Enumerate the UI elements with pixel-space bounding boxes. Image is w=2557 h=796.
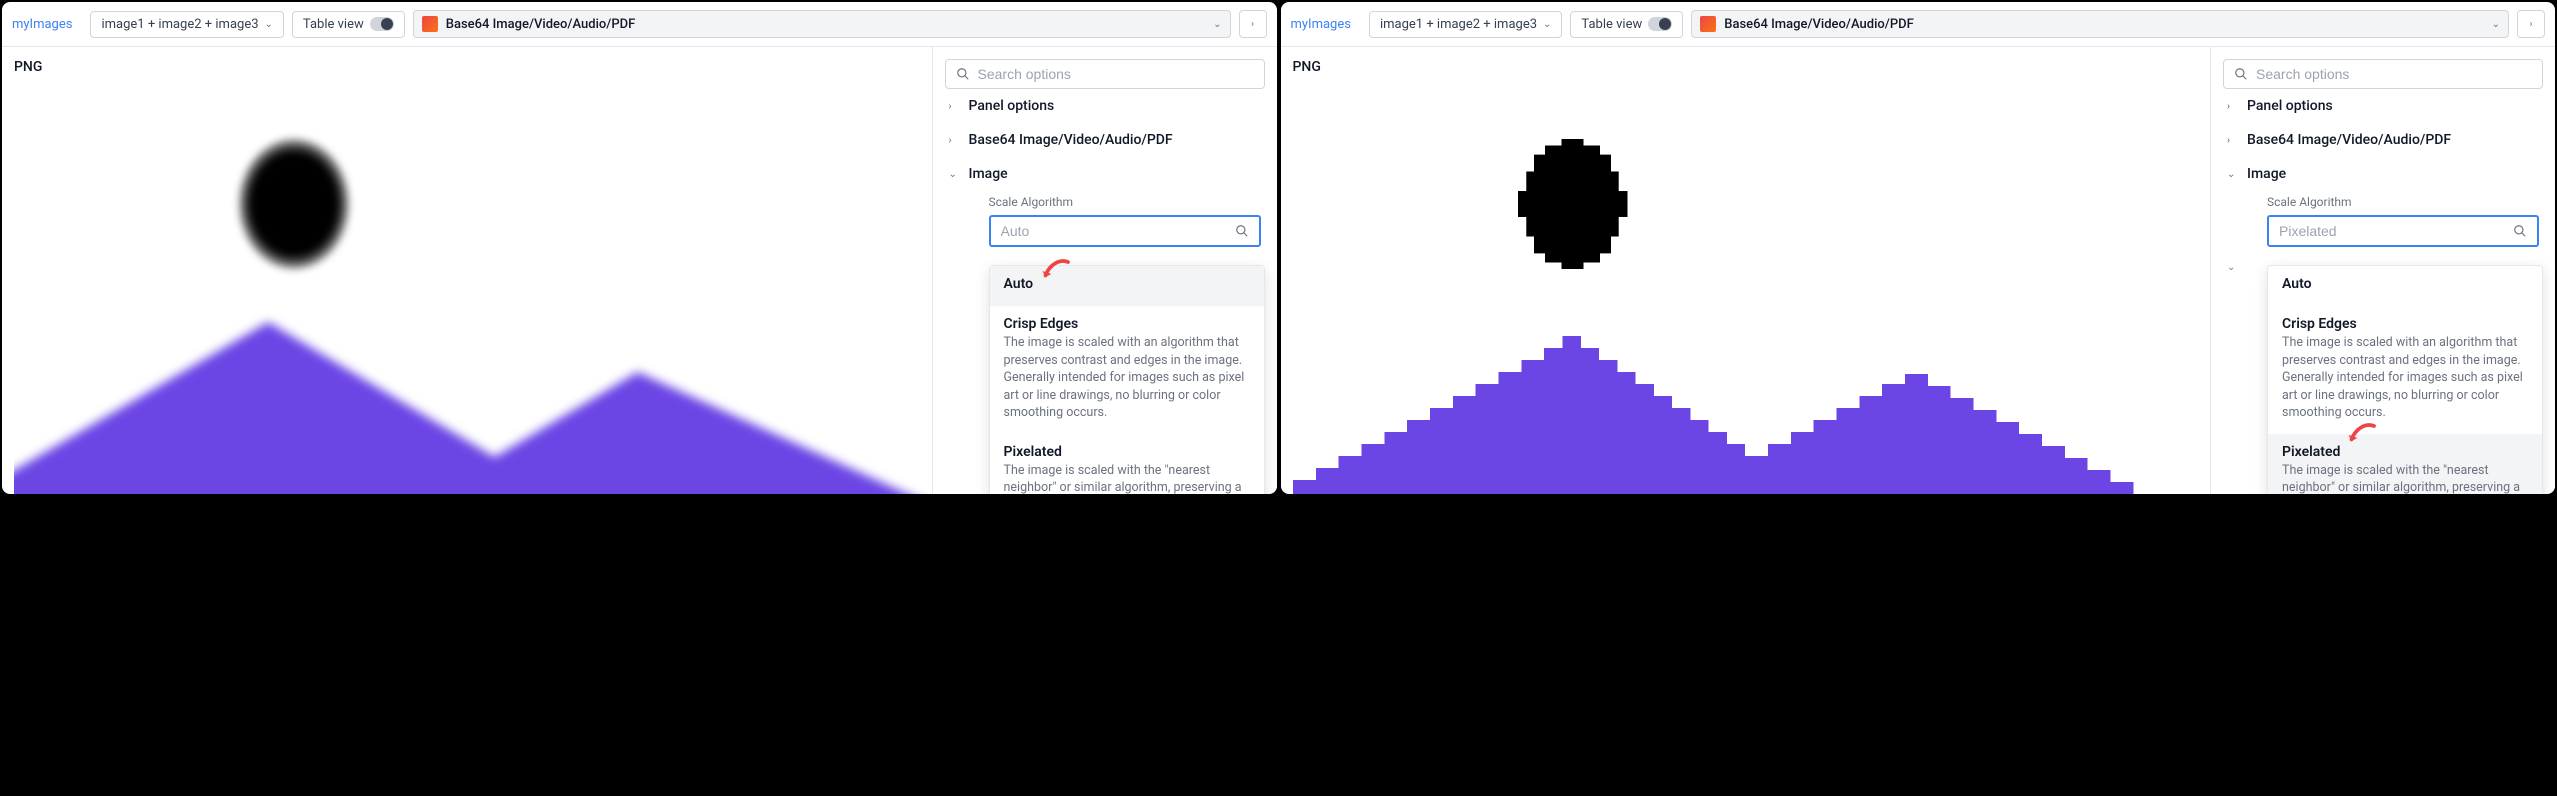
chevron-right-icon: › — [1251, 19, 1254, 30]
chevron-down-icon: ⌄ — [2492, 19, 2500, 30]
search-icon — [2234, 67, 2248, 81]
chevron-right-icon: › — [2227, 135, 2237, 146]
view-toggle-label: Table view — [1581, 17, 1642, 32]
plugin-selector[interactable]: Base64 Image/Video/Audio/PDF ⌄ — [413, 10, 1231, 38]
view-toggle[interactable]: Table view — [292, 11, 405, 38]
options-sidebar: › Panel options › Base64 Image/Video/Aud… — [2210, 47, 2555, 494]
section-label: Base64 Image/Video/Audio/PDF — [2247, 132, 2451, 148]
section-label: Image — [969, 166, 1008, 182]
dropdown-option-crisp-edges[interactable]: Crisp Edges The image is scaled with an … — [2268, 306, 2542, 434]
option-title: Crisp Edges — [2282, 316, 2528, 332]
scale-algorithm-select[interactable] — [989, 215, 1261, 247]
dataset-selector[interactable]: image1 + image2 + image3 ⌄ — [90, 11, 283, 38]
section-label: Panel options — [969, 98, 1055, 114]
section-image[interactable]: ⌄ Image — [2223, 157, 2543, 191]
toggle-icon — [370, 17, 394, 31]
dataset-label: image1 + image2 + image3 — [101, 17, 258, 32]
plugin-selector[interactable]: Base64 Image/Video/Audio/PDF ⌄ — [1691, 10, 2509, 38]
section-label: Image — [2247, 166, 2286, 182]
breadcrumb[interactable]: myImages — [1291, 12, 1361, 37]
panel-auto: myImages image1 + image2 + image3 ⌄ Tabl… — [2, 2, 1277, 494]
visualization-pane: PNG — [1281, 47, 2211, 494]
mountains-shape — [14, 282, 928, 494]
scale-algorithm-select[interactable] — [2267, 215, 2539, 247]
dropdown-option-pixelated[interactable]: Pixelated The image is scaled with the "… — [990, 434, 1264, 495]
search-field[interactable] — [978, 66, 1254, 82]
option-title: Crisp Edges — [1004, 316, 1250, 332]
section-label: Base64 Image/Video/Audio/PDF — [969, 132, 1173, 148]
option-title: Pixelated — [1004, 444, 1250, 460]
plugin-label: Base64 Image/Video/Audio/PDF — [446, 17, 1205, 32]
annotation-arrow-icon — [1038, 256, 1074, 292]
collapse-button[interactable]: › — [2517, 10, 2545, 38]
chevron-right-icon: › — [949, 101, 959, 112]
view-toggle[interactable]: Table view — [1570, 11, 1683, 38]
search-options-input[interactable] — [2223, 59, 2543, 89]
dataset-selector[interactable]: image1 + image2 + image3 ⌄ — [1369, 11, 1562, 38]
sun-shape — [239, 139, 349, 269]
toggle-icon — [1648, 17, 1672, 31]
sun-shape — [1518, 139, 1628, 269]
chevron-down-icon: ⌄ — [265, 19, 273, 30]
scale-algorithm-dropdown: Auto Crisp Edges The image is scaled wit… — [989, 265, 1265, 494]
breadcrumb[interactable]: myImages — [12, 12, 82, 37]
option-title: Auto — [2282, 276, 2528, 292]
chevron-right-icon: › — [2227, 101, 2237, 112]
dropdown-option-auto[interactable]: Auto — [990, 266, 1264, 306]
option-title: Pixelated — [2282, 444, 2528, 460]
plugin-icon — [1700, 16, 1716, 32]
view-toggle-label: Table view — [303, 17, 364, 32]
plugin-icon — [422, 16, 438, 32]
preview-image-pixelated — [1293, 79, 2207, 494]
annotation-arrow-icon — [2344, 420, 2380, 456]
format-label: PNG — [1293, 59, 2207, 75]
select-input[interactable] — [1001, 223, 1235, 239]
scale-algorithm-label: Scale Algorithm — [945, 191, 1265, 215]
format-label: PNG — [14, 59, 928, 75]
chevron-down-icon: ⌄ — [949, 169, 959, 180]
content-area: PNG › Panel options — [1281, 47, 2556, 494]
search-icon — [956, 67, 970, 81]
scale-algorithm-label: Scale Algorithm — [2223, 191, 2543, 215]
topbar: myImages image1 + image2 + image3 ⌄ Tabl… — [1281, 2, 2556, 47]
option-description: The image is scaled with the "nearest ne… — [1004, 462, 1250, 495]
dropdown-option-crisp-edges[interactable]: Crisp Edges The image is scaled with an … — [990, 306, 1264, 434]
section-base64[interactable]: › Base64 Image/Video/Audio/PDF — [2223, 123, 2543, 157]
options-sidebar: › Panel options › Base64 Image/Video/Aud… — [932, 47, 1277, 494]
content-area: PNG › Panel options › Base64 — [2, 47, 1277, 494]
option-description: The image is scaled with the "nearest ne… — [2282, 462, 2528, 495]
section-panel-options[interactable]: › Panel options — [2223, 89, 2543, 123]
section-label: Panel options — [2247, 98, 2333, 114]
plugin-label: Base64 Image/Video/Audio/PDF — [1724, 17, 2483, 32]
preview-image-auto — [14, 79, 928, 494]
search-options-input[interactable] — [945, 59, 1265, 89]
dataset-label: image1 + image2 + image3 — [1380, 17, 1537, 32]
chevron-right-icon: › — [2529, 19, 2532, 30]
chevron-down-icon: ⌄ — [2227, 169, 2237, 180]
option-description: The image is scaled with an algorithm th… — [2282, 334, 2528, 422]
dropdown-option-auto[interactable]: Auto — [2268, 266, 2542, 306]
search-icon — [2513, 224, 2527, 238]
mountains-shape — [1293, 280, 2207, 494]
select-input[interactable] — [2279, 223, 2513, 239]
chevron-down-icon: ⌄ — [1213, 19, 1221, 30]
chevron-down-icon: ⌄ — [1543, 19, 1551, 30]
search-icon — [1235, 224, 1249, 238]
panel-pixelated: myImages image1 + image2 + image3 ⌄ Tabl… — [1281, 2, 2556, 494]
option-description: The image is scaled with an algorithm th… — [1004, 334, 1250, 422]
visualization-pane: PNG — [2, 47, 932, 494]
section-image[interactable]: ⌄ Image — [945, 157, 1265, 191]
chevron-right-icon: › — [949, 135, 959, 146]
dropdown-option-pixelated[interactable]: Pixelated The image is scaled with the "… — [2268, 434, 2542, 495]
search-field[interactable] — [2256, 66, 2532, 82]
section-panel-options[interactable]: › Panel options — [945, 89, 1265, 123]
scale-algorithm-dropdown: Auto Crisp Edges The image is scaled wit… — [2267, 265, 2543, 494]
chevron-down-icon: ⌄ — [2227, 262, 2235, 273]
topbar: myImages image1 + image2 + image3 ⌄ Tabl… — [2, 2, 1277, 47]
collapse-button[interactable]: › — [1239, 10, 1267, 38]
section-base64[interactable]: › Base64 Image/Video/Audio/PDF — [945, 123, 1265, 157]
